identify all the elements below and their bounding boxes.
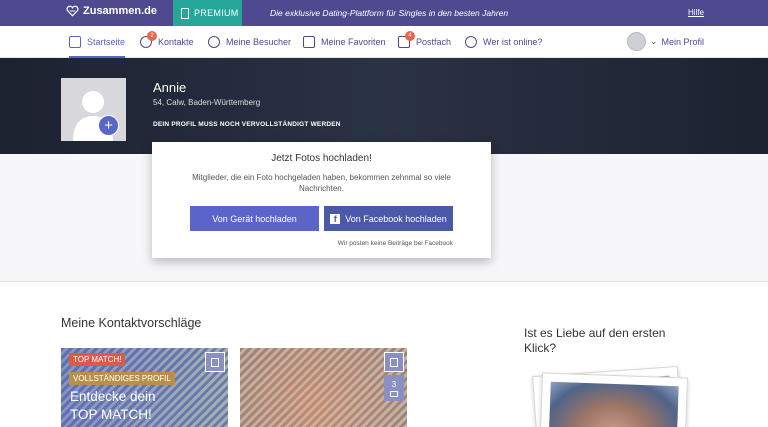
complete-profile-tag: VOLLSTÄNDIGES PROFIL [69, 372, 175, 385]
site-logo[interactable]: Zusammen.de [66, 5, 157, 17]
contacts-icon: 2 [140, 31, 157, 48]
chevron-down-icon: ⌄ [649, 36, 658, 46]
profile-incomplete-notice: DEIN PROFIL MUSS NOCH VERVOLLSTÄNDIGT WE… [153, 121, 341, 128]
facebook-note: Wir posten keine Beiträge bei Facebook [337, 240, 453, 247]
nav-label: Startseite [87, 37, 126, 47]
online-icon [465, 36, 477, 48]
premium-button[interactable]: PREMIUM [173, 0, 242, 26]
home-icon [69, 36, 81, 48]
nav-label: Meine Favoriten [321, 37, 386, 47]
photo-upload-card: Jetzt Fotos hochladen! Mitglieder, die e… [152, 142, 491, 258]
camera-icon [390, 390, 398, 397]
add-photo-button[interactable]: + [98, 115, 119, 136]
nav-label: Meine Besucher [226, 37, 292, 47]
upload-title: Jetzt Fotos hochladen! [271, 153, 372, 164]
bookmark-icon[interactable] [205, 352, 225, 372]
profile-menu-label: Mein Profil [661, 36, 704, 47]
polaroid-photo-front[interactable] [539, 372, 689, 427]
heart-logo-icon [66, 5, 79, 17]
nav-label: Kontakte [158, 37, 194, 47]
main-nav: Startseite 2 Kontakte Meine Besucher Mei… [0, 26, 768, 58]
upload-from-facebook-button[interactable]: f Von Facebook hochladen [324, 206, 453, 231]
nav-badge: 2 [147, 31, 157, 41]
sidebar-title: Ist es Liebe auf den ersten Klick? [524, 326, 666, 355]
nav-item-startseite[interactable]: Startseite [69, 26, 126, 58]
profile-menu[interactable]: ⌄ Mein Profil [626, 32, 704, 51]
photo-count-badge: 3 [384, 375, 404, 401]
eye-icon [208, 36, 220, 48]
profile-name: Annie [153, 80, 187, 95]
upload-description: Mitglieder, die ein Foto hochgeladen hab… [192, 173, 451, 193]
top-match-line2: TOP MATCH! [70, 407, 152, 422]
photo-count: 3 [391, 379, 397, 389]
nav-item-favoriten[interactable]: Meine Favoriten [303, 26, 386, 58]
favorites-icon [303, 36, 315, 48]
premium-badge-icon [181, 7, 189, 19]
nav-label: Wer ist online? [483, 37, 543, 47]
tagline: Die exklusive Dating-Plattform für Singl… [270, 8, 509, 18]
nav-item-kontakte[interactable]: 2 Kontakte [140, 26, 194, 58]
nav-item-online[interactable]: Wer ist online? [465, 26, 542, 58]
profile-location: 54, Calw, Baden-Württemberg [153, 98, 261, 107]
mail-icon: 4 [398, 31, 415, 48]
upload-from-device-button[interactable]: Von Gerät hochladen [190, 206, 319, 231]
suggestion-card[interactable]: 3 [240, 348, 407, 427]
facebook-icon: f [330, 213, 341, 224]
avatar [626, 32, 646, 51]
nav-label: Postfach [416, 37, 452, 47]
suggestions-title: Meine Kontaktvorschläge [61, 316, 202, 330]
nav-item-postfach[interactable]: 4 Postfach [398, 26, 451, 58]
logo-text: Zusammen.de [83, 5, 157, 17]
top-match-card[interactable]: TOP MATCH! VOLLSTÄNDIGES PROFIL Entdecke… [61, 348, 228, 427]
nav-item-besucher[interactable]: Meine Besucher [208, 26, 291, 58]
bookmark-icon[interactable] [384, 352, 404, 372]
premium-label: PREMIUM [194, 8, 239, 18]
facebook-button-label: Von Facebook hochladen [345, 213, 447, 224]
top-bar: Zusammen.de PREMIUM Die exklusive Dating… [0, 0, 768, 26]
top-match-text: Entdecke dein TOP MATCH! [70, 388, 156, 424]
help-link[interactable]: Hilfe [688, 8, 704, 17]
nav-badge: 4 [405, 31, 415, 41]
top-match-tag: TOP MATCH! [69, 353, 126, 366]
top-match-line1: Entdecke dein [70, 389, 156, 404]
